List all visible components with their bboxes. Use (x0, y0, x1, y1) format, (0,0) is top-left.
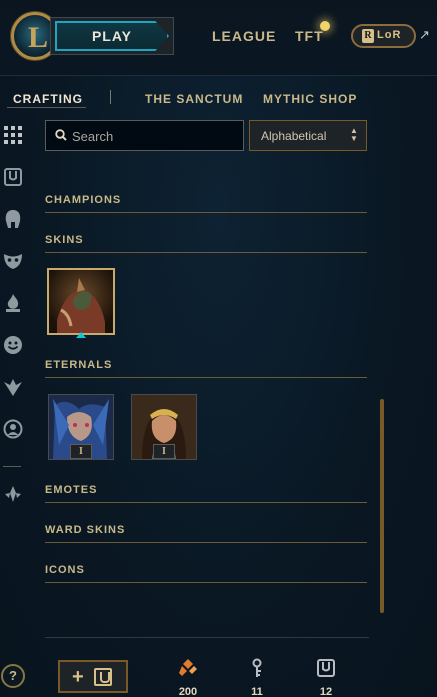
chest-icon (94, 668, 112, 686)
nav-tft[interactable]: TFT (295, 28, 324, 44)
search-box[interactable] (45, 120, 244, 151)
league-logo-icon: L (28, 21, 49, 54)
key-currency: 11 (242, 658, 272, 697)
eternal-series-badge: I (70, 444, 92, 459)
bottom-divider (45, 637, 369, 638)
section-title-icons[interactable]: ICONS (45, 564, 85, 576)
ward-skin-icon[interactable] (3, 377, 23, 397)
orange-essence-count: 200 (178, 686, 198, 697)
section-divider (45, 502, 367, 503)
help-button[interactable]: ? (1, 664, 25, 688)
tab-crafting[interactable]: CRAFTING (13, 92, 83, 106)
orange-essence-currency: 200 (173, 658, 203, 697)
sort-chevron-icon: ▲ ▼ (350, 126, 358, 143)
disenchant-icon[interactable] (3, 484, 23, 504)
chest-currency: 12 (311, 658, 341, 697)
grid-all-icon[interactable] (3, 125, 23, 145)
emote-smiley-icon[interactable] (3, 335, 23, 355)
chest-filter-icon[interactable] (3, 167, 23, 187)
sort-selected-label: Alphabetical (261, 129, 327, 143)
add-chest-button[interactable]: + (58, 660, 128, 693)
champion-helmet-icon[interactable] (3, 209, 23, 229)
section-divider (45, 542, 367, 543)
tab-mythic-shop[interactable]: MYTHIC SHOP (263, 92, 357, 106)
search-input[interactable] (72, 126, 237, 146)
eternal-tile[interactable]: I (48, 394, 114, 460)
section-divider (45, 252, 367, 253)
section-title-champions[interactable]: CHAMPIONS (45, 194, 121, 206)
eternal-tile[interactable]: I (131, 394, 197, 460)
selected-indicator-icon (76, 332, 86, 338)
search-icon (55, 129, 67, 141)
eternal-series-badge: I (153, 444, 175, 459)
section-title-eternals[interactable]: ETERNALS (45, 359, 112, 371)
tab-the-sanctum[interactable]: THE SANCTUM (145, 92, 243, 106)
sort-dropdown[interactable]: Alphabetical ▲ ▼ (249, 120, 367, 151)
profile-icon-filter-icon[interactable] (3, 419, 23, 439)
lor-label: LoR (377, 29, 402, 41)
orange-essence-icon (179, 659, 197, 676)
section-divider (45, 377, 367, 378)
play-button[interactable]: PLAY (50, 17, 174, 55)
chest-icon (317, 659, 335, 677)
skin-shard-tile[interactable] (47, 268, 115, 335)
nav-league[interactable]: LEAGUE (212, 28, 276, 44)
section-title-ward-skins[interactable]: WARD SKINS (45, 524, 125, 536)
play-label: PLAY (91, 28, 133, 44)
lor-button[interactable]: R LoR (351, 24, 416, 48)
lor-icon: R (362, 29, 374, 43)
key-icon (252, 658, 262, 677)
plus-icon: + (72, 666, 84, 688)
subnav-divider (110, 90, 111, 104)
tab-underline (7, 107, 86, 108)
key-count: 11 (251, 686, 263, 697)
section-divider (45, 212, 367, 213)
section-divider (45, 582, 367, 583)
section-title-emotes[interactable]: EMOTES (45, 484, 97, 496)
skin-mask-icon[interactable] (3, 251, 23, 271)
section-title-skins[interactable]: SKINS (45, 234, 84, 246)
chest-count: 12 (319, 686, 333, 697)
external-link-icon[interactable]: ↗ (419, 27, 430, 43)
top-navigation-bar: L PLAY LEAGUE TFT R LoR ↗ (0, 0, 437, 76)
notification-dot-icon (320, 21, 330, 31)
rail-divider (3, 466, 21, 467)
scrollbar-thumb[interactable] (380, 399, 384, 613)
eternals-flame-icon[interactable] (3, 293, 23, 313)
skin-art-image (49, 270, 113, 333)
